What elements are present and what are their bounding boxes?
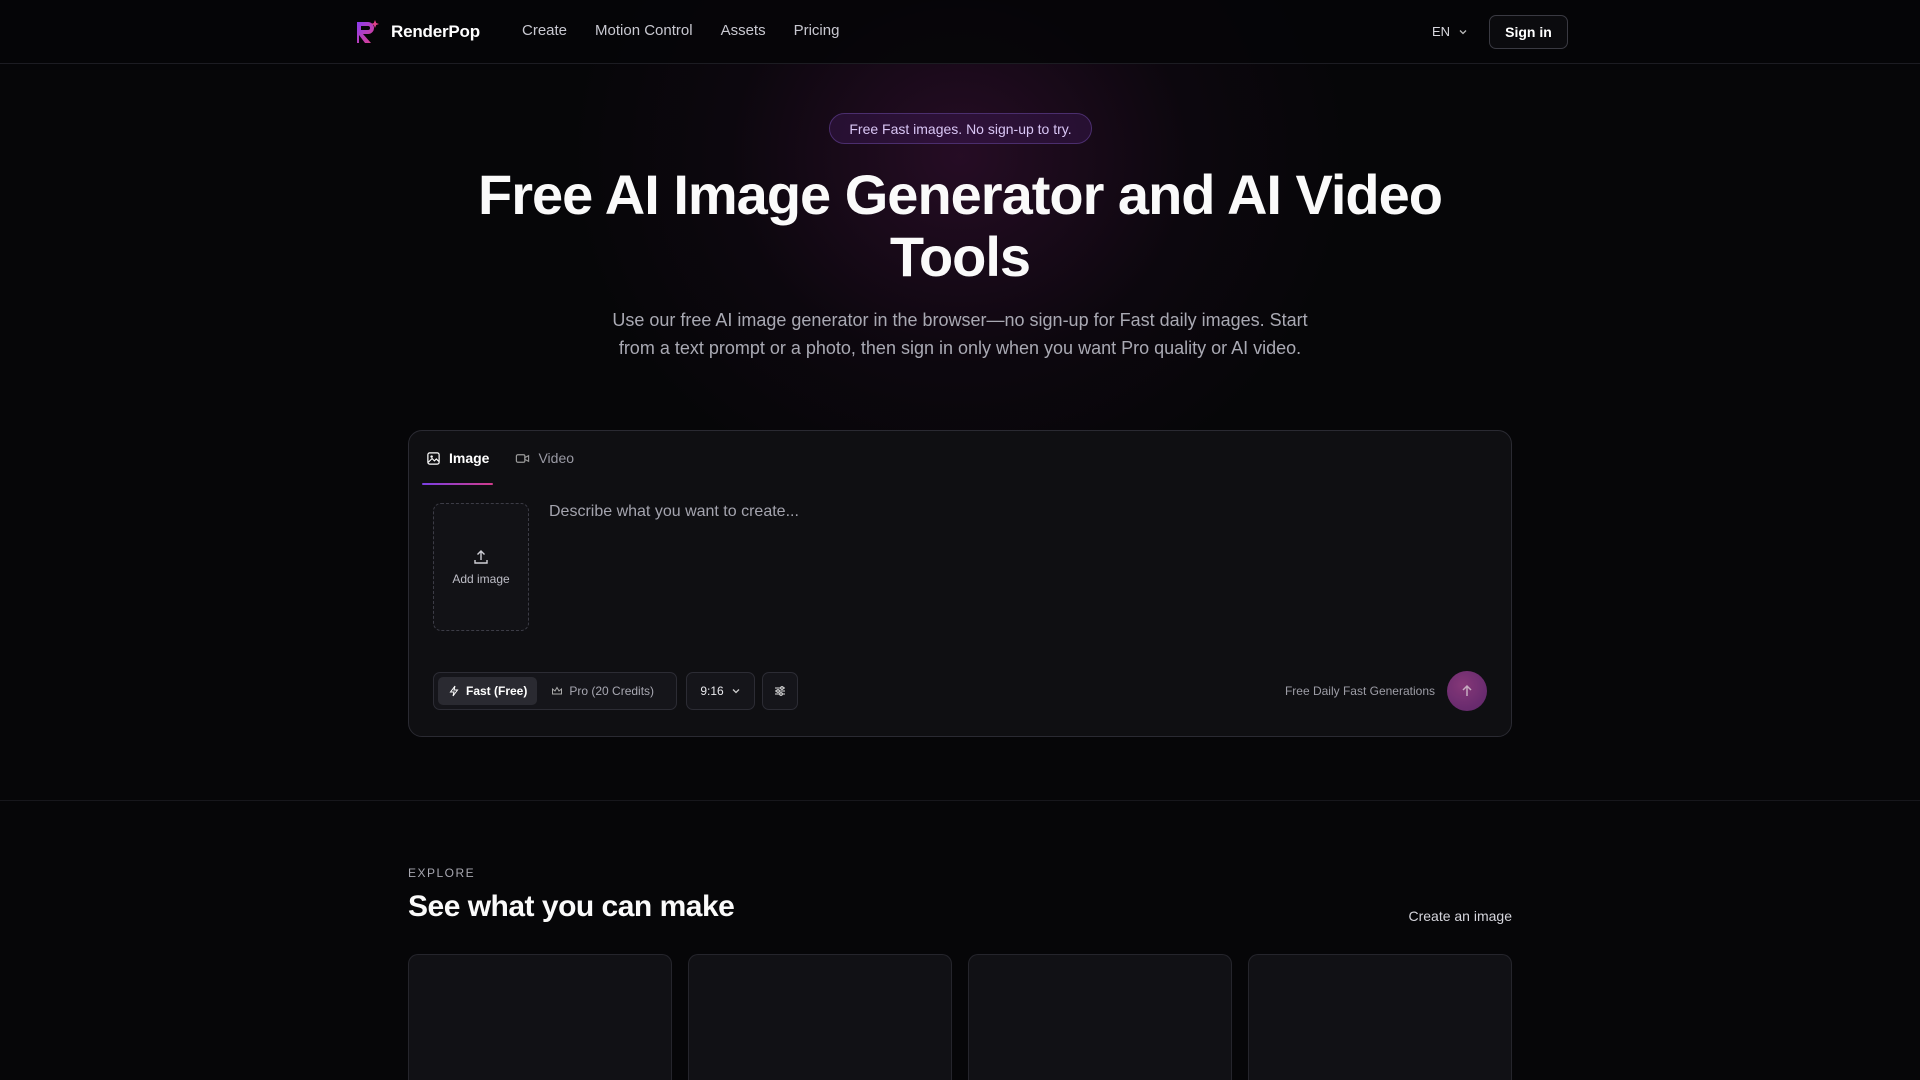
nav-link-assets[interactable]: Assets xyxy=(721,22,766,39)
mode-pro-label: Pro (20 Credits) xyxy=(569,684,655,698)
nav-link-create[interactable]: Create xyxy=(522,22,567,39)
explore-eyebrow: EXPLORE xyxy=(408,866,476,880)
gallery-card[interactable] xyxy=(968,954,1232,1080)
advanced-settings-button[interactable] xyxy=(762,672,798,710)
gallery-card[interactable] xyxy=(1248,954,1512,1080)
section-divider xyxy=(0,800,1920,801)
chevron-down-icon xyxy=(1459,29,1467,34)
video-icon xyxy=(516,453,530,463)
mode-pro-button[interactable]: Pro (20 Credits) xyxy=(541,677,664,705)
tab-video[interactable]: Video xyxy=(511,445,578,471)
brand-name: RenderPop xyxy=(391,22,480,41)
explore-title: See what you can make xyxy=(408,890,735,923)
image-icon xyxy=(427,451,440,465)
aspect-ratio-value: 9:16 xyxy=(700,684,724,698)
tab-image-label: Image xyxy=(449,450,490,466)
top-nav: RenderPop Create Motion Control Assets P… xyxy=(0,0,1920,64)
hero-title: Free AI Image Generator and AI Video Too… xyxy=(478,163,1443,288)
mode-fast-button[interactable]: Fast (Free) xyxy=(438,677,538,705)
renderpop-logo-icon xyxy=(357,20,379,43)
gallery-card[interactable] xyxy=(688,954,952,1080)
crown-icon xyxy=(552,686,563,695)
generator-tabs: Image Video xyxy=(422,445,578,485)
add-image-label: Add image xyxy=(452,572,510,586)
tab-image[interactable]: Image xyxy=(422,445,494,485)
main-nav: Create Motion Control Assets Pricing xyxy=(522,22,839,39)
chevron-down-icon xyxy=(732,689,740,694)
free-badge: Free Fast images. No sign-up to try. xyxy=(829,113,1092,144)
language-label: EN xyxy=(1432,24,1451,39)
tab-video-label: Video xyxy=(538,450,575,466)
example-gallery xyxy=(408,954,1512,1080)
upload-icon xyxy=(474,550,488,564)
sign-in-button[interactable]: Sign in xyxy=(1489,15,1568,49)
nav-link-pricing[interactable]: Pricing xyxy=(794,22,840,39)
add-image-button[interactable]: Add image xyxy=(433,503,529,631)
create-an-image-link[interactable]: Create an image xyxy=(1380,908,1512,924)
gallery-card[interactable] xyxy=(408,954,672,1080)
free-generations-note: Free Daily Fast Generations xyxy=(1284,684,1435,698)
nav-link-motion-control[interactable]: Motion Control xyxy=(595,22,693,39)
mode-fast-label: Fast (Free) xyxy=(466,684,528,698)
brand-home-link[interactable]: RenderPop xyxy=(353,18,480,46)
generator-panel: Image Video Add image Fast (Free) Pro (2… xyxy=(408,430,1512,737)
aspect-ratio-select[interactable]: 9:16 xyxy=(686,672,755,710)
sliders-icon xyxy=(775,686,785,696)
arrow-up-icon xyxy=(1462,684,1472,696)
model-mode-toggle: Fast (Free) Pro (20 Credits) xyxy=(433,672,677,710)
bolt-icon xyxy=(449,685,459,697)
generate-button[interactable] xyxy=(1447,671,1487,711)
prompt-input[interactable] xyxy=(549,503,1489,623)
hero-subtitle: Use our free AI image generator in the b… xyxy=(612,310,1308,358)
language-selector[interactable]: EN xyxy=(1432,24,1468,39)
